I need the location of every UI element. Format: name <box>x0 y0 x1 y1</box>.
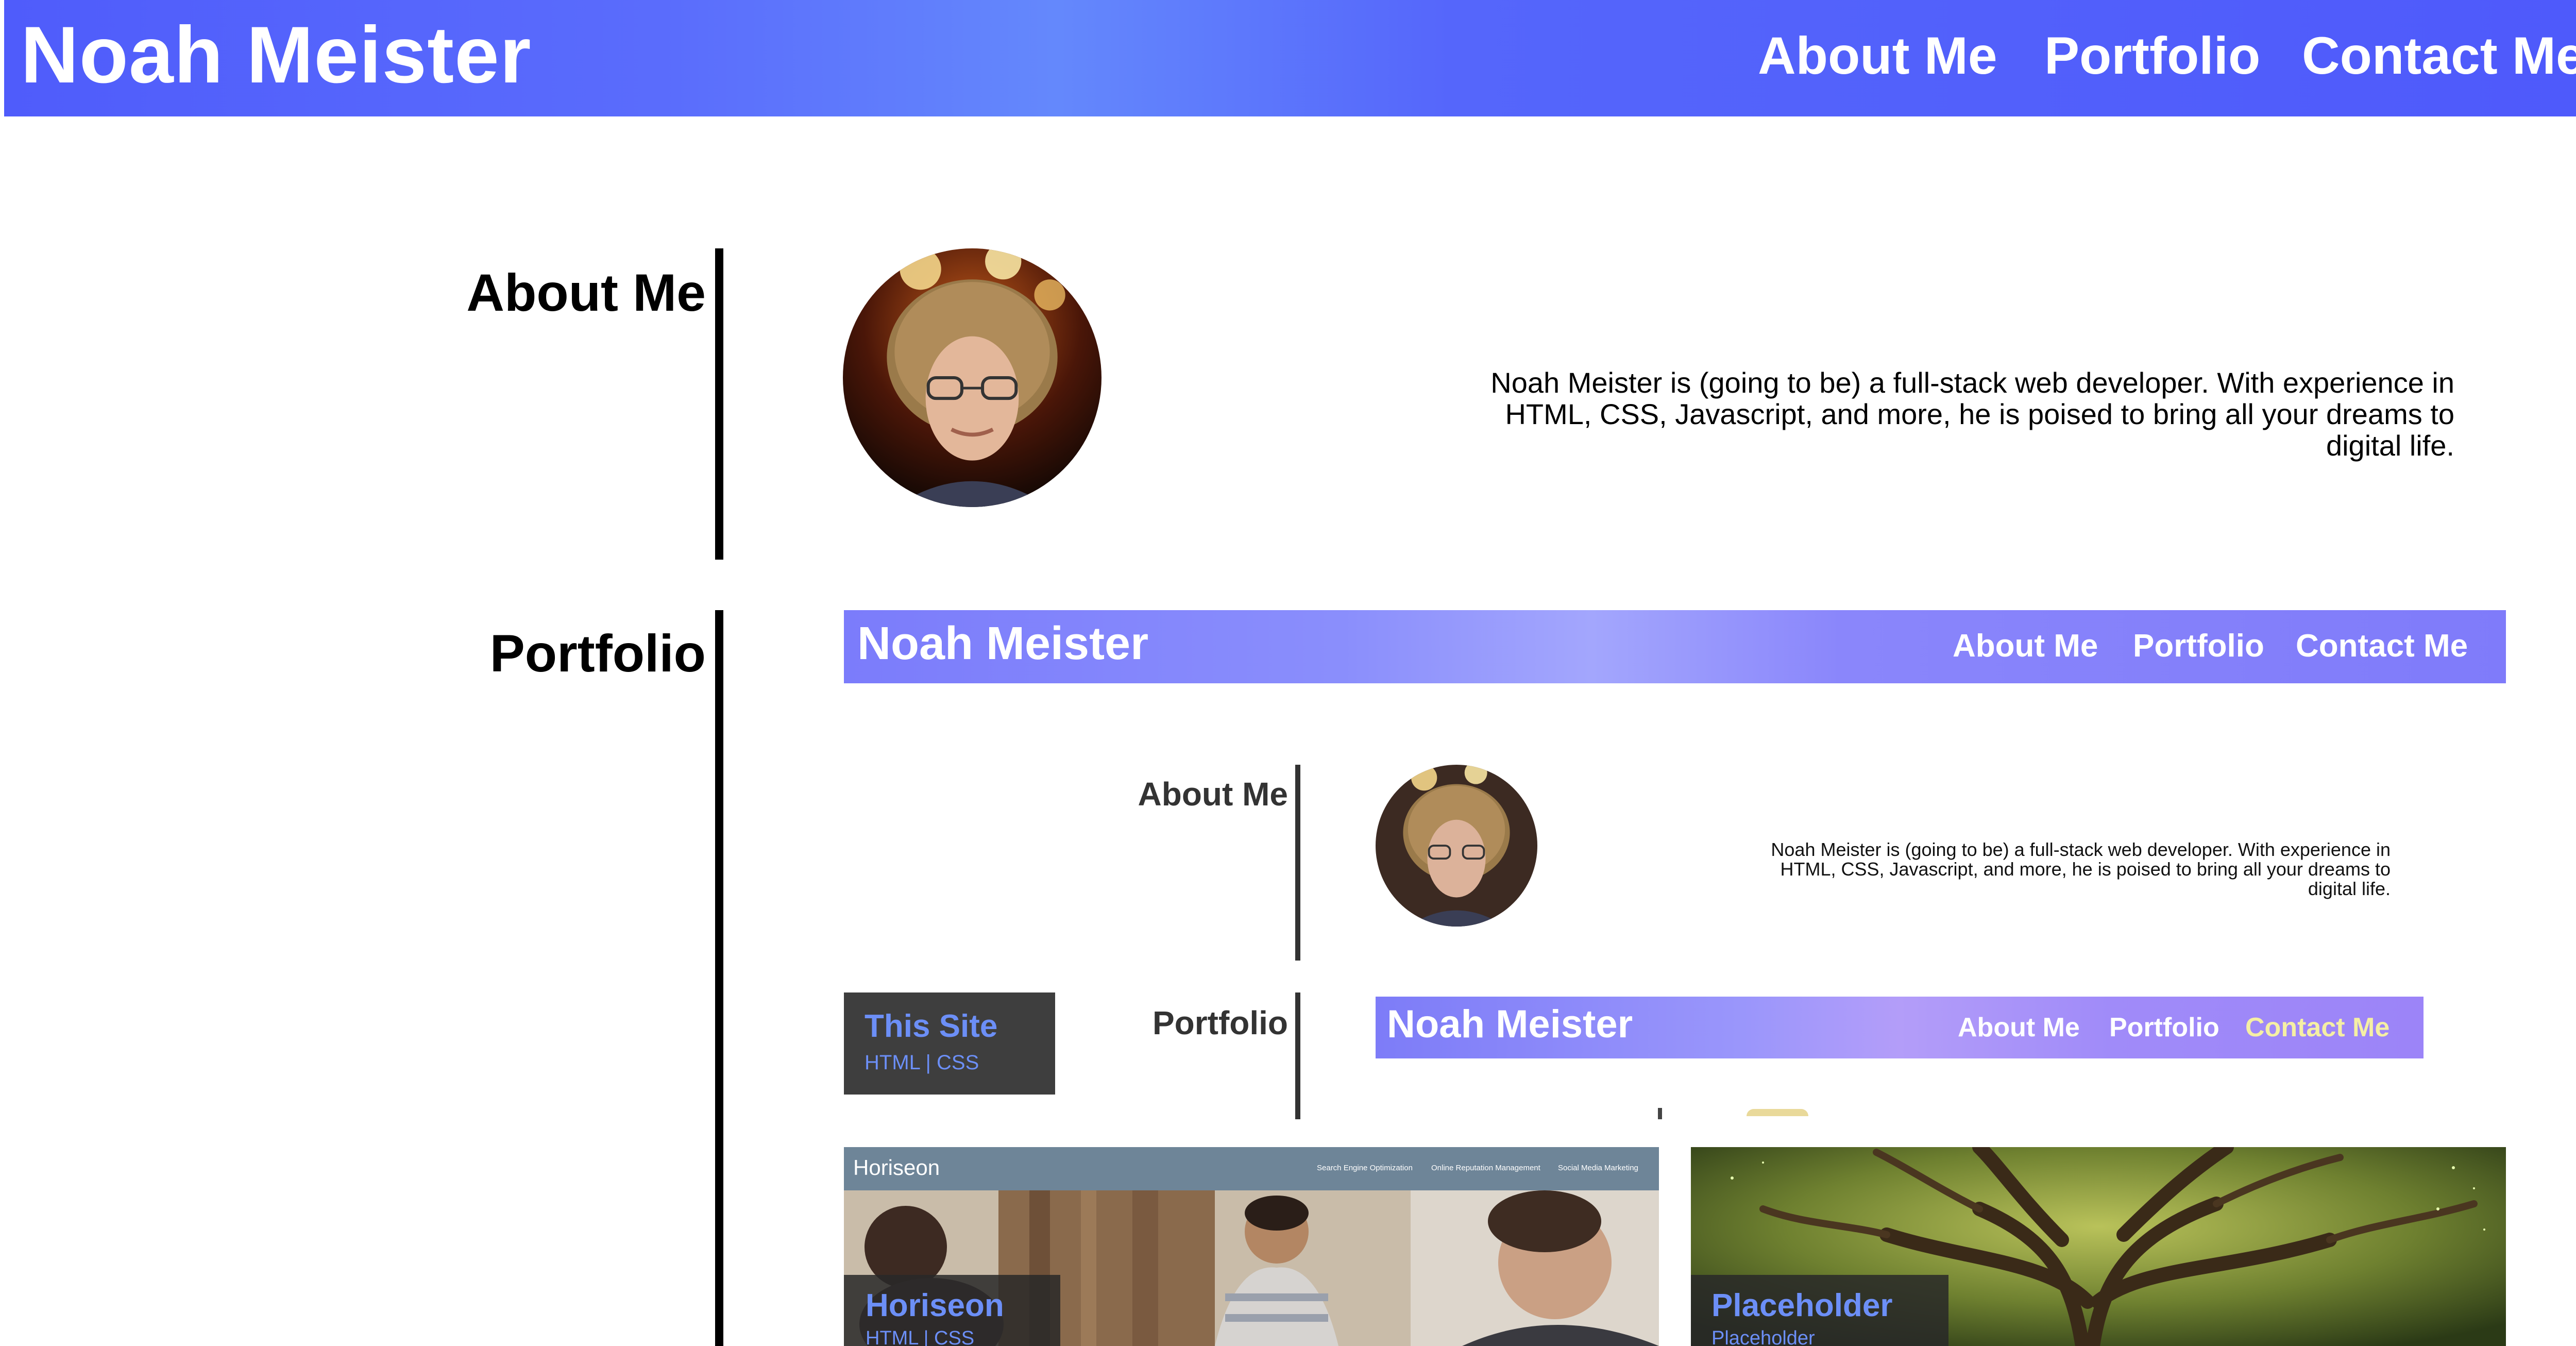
project-tags-placeholder: Placeholder <box>1711 1327 1815 1346</box>
project-card-placeholder[interactable]: Placeholder Placeholder <box>1691 1147 2506 1346</box>
preview-nav-contact: Contact Me <box>2296 628 2468 664</box>
preview-about-description: Noah Meister is (going to be) a full-sta… <box>1771 839 2391 899</box>
profile-photo-icon <box>843 248 1101 507</box>
nav-link-contact[interactable]: Contact Me <box>2302 26 2576 86</box>
project-tags-horiseon: HTML | CSS <box>866 1327 975 1346</box>
project-tags-this-site: HTML | CSS <box>865 1051 979 1074</box>
nested-preview-divider <box>1658 1108 1662 1119</box>
horiseon-screenshot-nav-social: Social Media Marketing <box>1558 1164 1638 1172</box>
nested-preview-nav-about: About Me <box>1958 1013 2080 1042</box>
preview-portfolio-divider <box>1295 992 1300 1119</box>
profile-avatar <box>843 248 1101 507</box>
project-title-this-site[interactable]: This Site <box>865 1008 997 1045</box>
horiseon-screenshot-logo: Horiseon <box>853 1155 940 1180</box>
nested-preview-avatar <box>1747 1109 1808 1116</box>
portfolio-section-title: Portfolio <box>489 624 706 683</box>
preview-about-title: About Me <box>1138 776 1289 813</box>
preview-avatar <box>1376 765 1537 927</box>
horiseon-screenshot-nav-seo: Search Engine Optimization <box>1317 1164 1413 1172</box>
horiseon-screenshot-nav-reputation: Online Reputation Management <box>1431 1164 1540 1172</box>
project-title-placeholder[interactable]: Placeholder <box>1711 1287 1892 1324</box>
about-section-divider <box>715 248 723 560</box>
preview-photo-icon <box>1376 765 1537 927</box>
nav-link-portfolio[interactable]: Portfolio <box>2044 26 2260 86</box>
nested-preview-nav-portfolio: Portfolio <box>2109 1013 2219 1042</box>
preview-nav-portfolio: Portfolio <box>2133 628 2264 664</box>
preview-about-divider <box>1295 765 1300 961</box>
project-card-horiseon[interactable]: Horiseon Search Engine Optimization Onli… <box>844 1147 1659 1346</box>
portfolio-section-divider <box>715 610 723 1346</box>
nested-preview-nav-contact: Contact Me <box>2245 1013 2390 1042</box>
about-section-title: About Me <box>466 263 706 322</box>
project-title-horiseon[interactable]: Horiseon <box>866 1287 1004 1324</box>
preview-nav-about: About Me <box>1953 628 2098 664</box>
preview-portfolio-title: Portfolio <box>1152 1004 1288 1041</box>
nested-preview-brand: Noah Meister <box>1387 1002 1633 1046</box>
about-description: Noah Meister is (going to be) a full-sta… <box>1490 366 2454 462</box>
site-brand[interactable]: Noah Meister <box>21 9 532 102</box>
preview-brand: Noah Meister <box>857 618 1149 669</box>
nav-link-about[interactable]: About Me <box>1758 26 1997 86</box>
